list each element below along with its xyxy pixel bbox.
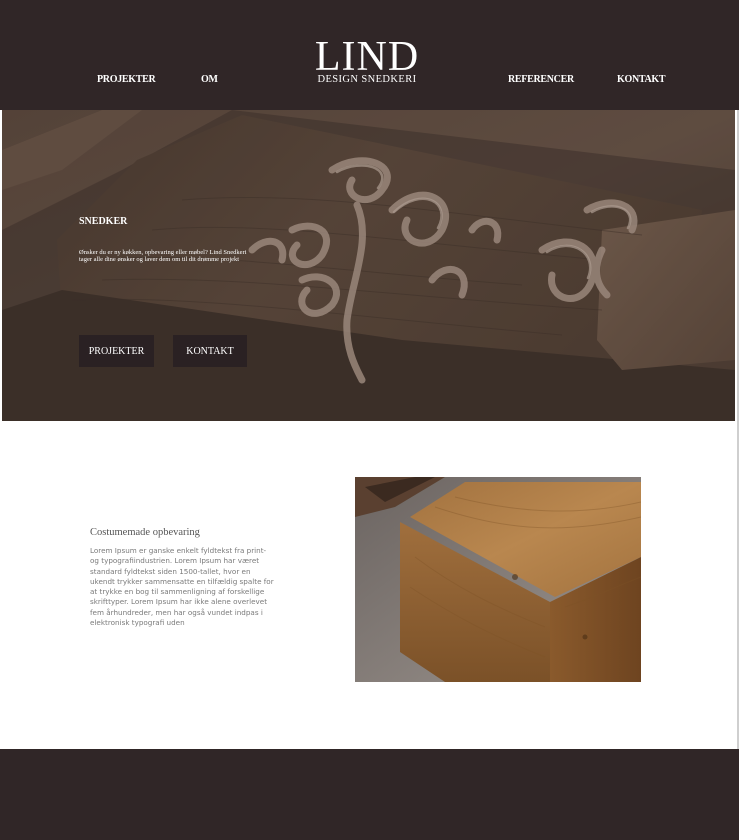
nav-kontakt[interactable]: KONTAKT	[617, 74, 666, 85]
hero-title: SNEDKER	[79, 216, 128, 227]
hero-wood-image	[2, 110, 735, 421]
kontakt-button[interactable]: KONTAKT	[173, 335, 247, 367]
site-footer	[0, 749, 739, 840]
nav-referencer[interactable]: REFERENCER	[508, 74, 574, 85]
section-body-text: Lorem Ipsum er ganske enkelt fyldtekst f…	[90, 546, 274, 628]
wood-block-photo	[355, 477, 641, 682]
section-heading: Costumemade opbevaring	[90, 527, 200, 538]
nav-projekter[interactable]: PROJEKTER	[97, 74, 156, 85]
nav-om[interactable]: OM	[201, 74, 218, 85]
hero-banner: SNEDKER Ønsker du er ny køkken, opbevari…	[2, 110, 735, 421]
logo[interactable]: LIND DESIGN SNEDKERI	[312, 36, 422, 85]
logo-tagline: DESIGN SNEDKERI	[317, 74, 417, 85]
projekter-button[interactable]: PROJEKTER	[79, 335, 154, 367]
hero-description: Ønsker du er ny køkken, opbevaring eller…	[79, 249, 247, 263]
logo-wordmark: LIND	[314, 34, 420, 80]
site-header: PROJEKTER OM LIND DESIGN SNEDKERI REFERE…	[0, 0, 739, 110]
